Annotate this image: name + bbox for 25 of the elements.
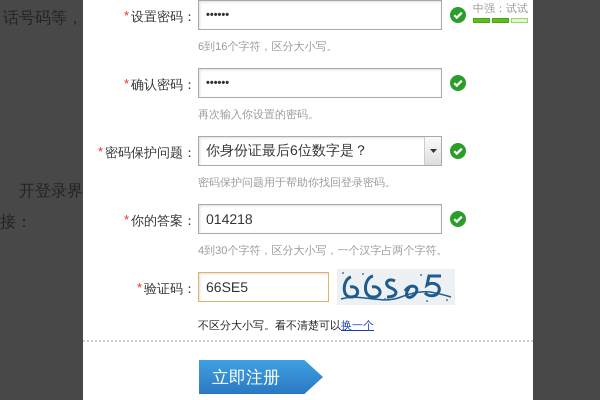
refresh-captcha-link[interactable]: 换一个 — [341, 320, 374, 332]
required-mark: * — [124, 8, 129, 23]
answer-field[interactable]: 014218 — [198, 204, 442, 234]
password-field[interactable]: •••••• — [198, 68, 442, 98]
register-button[interactable]: 立即注册 — [199, 360, 323, 394]
hint-text: 4到30个字符，区分大小写，一个汉字占两个字符。 — [198, 244, 448, 258]
field-label: 你的答案： — [131, 212, 196, 230]
required-mark: * — [98, 144, 103, 159]
required-mark: * — [136, 280, 142, 295]
hint-text: 密码保护问题用于帮助你找回登录密码。 — [198, 176, 397, 190]
captcha-note: 不区分大小写。看不清楚可以 — [198, 320, 341, 332]
hint-text: 再次输入你设置的密码。 — [198, 108, 320, 122]
field-label: 设置密码： — [131, 8, 196, 26]
required-mark: * — [124, 212, 129, 227]
hint-text: 6到16个字符，区分大小写。 — [198, 40, 338, 54]
dropdown-caret-icon[interactable] — [424, 137, 441, 165]
required-mark: * — [124, 76, 129, 91]
field-label: 验证码： — [144, 280, 196, 298]
field-label: 密码保护问题： — [105, 144, 196, 162]
password-field[interactable]: •••••• — [198, 0, 442, 30]
strength-label: 中强：试试 — [473, 2, 528, 16]
field-label: 确认密码： — [131, 76, 196, 94]
question-dropdown[interactable]: 你身份证最后6位数字是？ — [198, 136, 442, 166]
captcha-field[interactable]: 66SE5 — [198, 272, 329, 302]
captcha-image-drawing[interactable] — [337, 269, 455, 305]
